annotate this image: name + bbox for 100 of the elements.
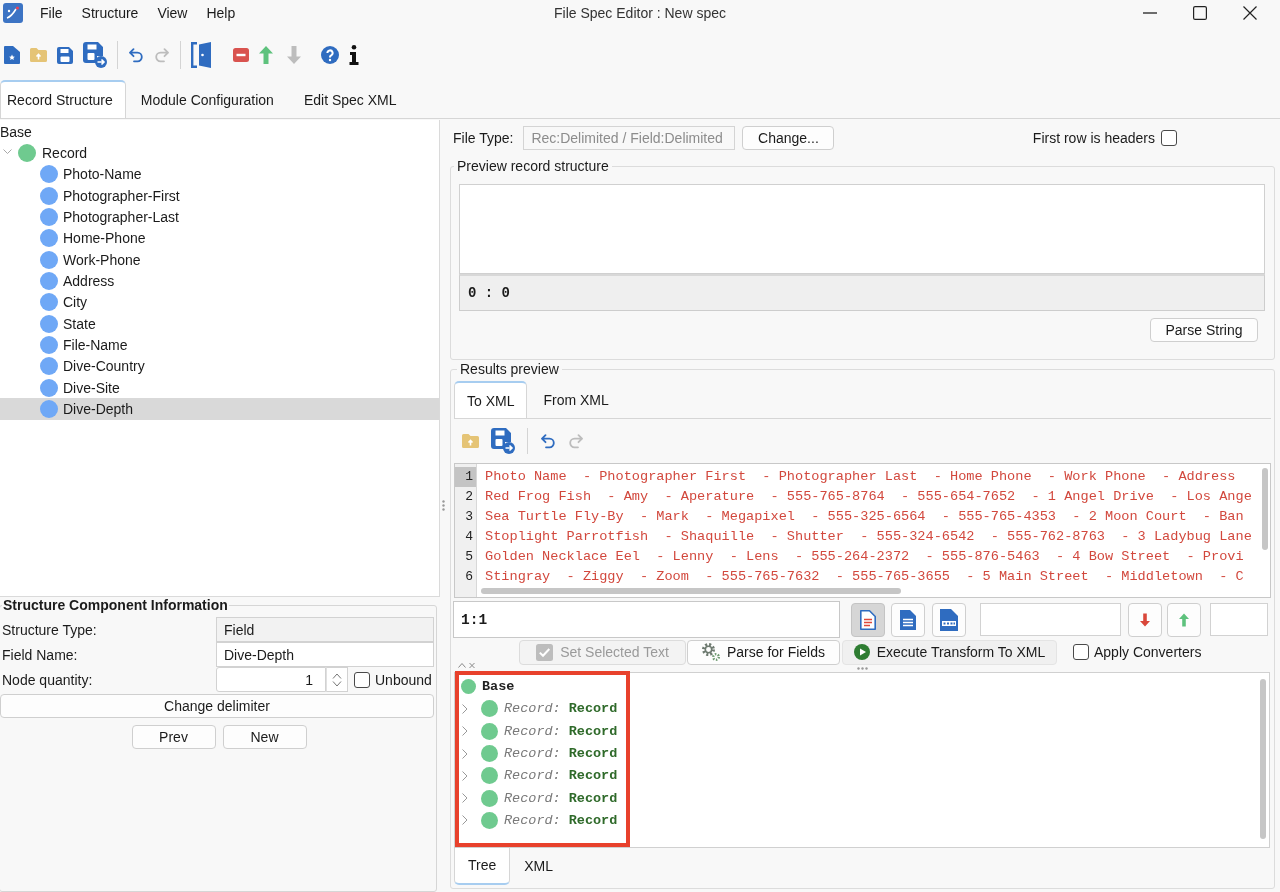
folder-icon[interactable] [30, 48, 47, 62]
input-field[interactable] [1210, 603, 1268, 636]
prev-button[interactable]: Prev [131, 725, 216, 749]
execute-transform-button[interactable]: Execute Transform To XML [842, 639, 1057, 665]
undo-icon[interactable] [128, 47, 144, 63]
undo-icon[interactable] [540, 433, 556, 449]
chevron-right-icon[interactable] [462, 793, 468, 804]
tree-item-label[interactable]: File-Name [63, 336, 128, 353]
field-label: Field Name: [2, 646, 79, 663]
save-as-icon[interactable] [83, 42, 107, 68]
parse-fields-button[interactable]: Parse for Fields [687, 639, 840, 665]
code-editor[interactable] [454, 463, 1271, 598]
previous-match-button[interactable] [1167, 602, 1201, 637]
line-number: 4 [464, 528, 474, 546]
selected-tree-row[interactable]: Dive-Depth [0, 398, 439, 420]
checkbox[interactable] [354, 671, 370, 688]
vertical-scrollbar[interactable] [1262, 468, 1268, 550]
spinner-arrows-icon [332, 672, 342, 687]
grip-icon[interactable] [442, 500, 445, 511]
spin-button[interactable] [326, 667, 348, 692]
tree-item-label[interactable]: Record [42, 145, 88, 161]
next-match-button[interactable] [1128, 602, 1162, 637]
tree-node-label[interactable]: Record [568, 768, 618, 784]
chevron-down-icon[interactable] [3, 149, 12, 155]
tree-item-label[interactable]: Photo-Name [63, 166, 142, 183]
tree-item-label[interactable]: City [63, 294, 88, 311]
document-lines-icon [860, 609, 876, 630]
tree-item-label[interactable]: Dive-Site [63, 379, 120, 396]
field-label: Node quantity: [2, 671, 94, 688]
save-as-icon[interactable] [491, 428, 515, 454]
minus-icon[interactable] [233, 48, 249, 62]
search-field[interactable] [980, 603, 1121, 636]
save-icon[interactable] [57, 46, 73, 64]
menu-item[interactable]: View [157, 3, 188, 22]
horizontal-scrollbar[interactable] [481, 588, 901, 594]
tab[interactable]: From XML [527, 381, 622, 418]
view-mode-button[interactable] [932, 602, 966, 637]
tree-node-label[interactable]: Record [568, 790, 618, 806]
tab[interactable]: Tree [454, 847, 511, 885]
tree-item-label[interactable]: Photographer-Last [63, 208, 179, 225]
menu-item[interactable]: File [40, 3, 63, 22]
line-number: 2 [464, 488, 474, 506]
tree-node-label[interactable]: Base [482, 679, 515, 695]
minimize-icon[interactable] [1143, 11, 1157, 14]
chevron-right-icon[interactable] [462, 703, 468, 714]
document-lines-icon [900, 609, 916, 630]
menu-item[interactable]: Help [206, 3, 236, 22]
tree-node-label[interactable]: Record [568, 746, 618, 762]
tree-node-label[interactable]: Record [568, 812, 618, 828]
close-icon[interactable] [1243, 5, 1257, 20]
tree-item-label[interactable]: Base [0, 123, 32, 140]
folder-icon[interactable] [462, 434, 479, 448]
tree-item-label[interactable]: Photographer-First [63, 187, 180, 204]
tab[interactable]: Record Structure [0, 80, 126, 118]
chevron-right-icon[interactable] [462, 748, 468, 759]
checkbox-icon [536, 643, 554, 661]
window-title: File Spec Editor : New spec [554, 4, 726, 21]
vertical-scrollbar[interactable] [1260, 678, 1266, 839]
new-button[interactable]: New [222, 725, 307, 749]
quantity-field[interactable]: 1 [216, 667, 326, 692]
up-chevron-icon[interactable] [458, 662, 466, 668]
tab[interactable]: XML [510, 847, 568, 885]
node-type-label: Record: [504, 768, 561, 784]
help-icon[interactable] [321, 46, 339, 64]
node-type-label: Record: [504, 812, 561, 828]
node-type-label: Record: [504, 723, 561, 739]
chevron-right-icon[interactable] [462, 726, 468, 737]
preview-text-area[interactable] [459, 184, 1265, 274]
structure-type-field: Field [216, 617, 434, 642]
chevron-right-icon[interactable] [462, 815, 468, 826]
checkbox-label: First row is headers [1032, 130, 1155, 146]
node-type-label: Record: [504, 701, 561, 717]
info-icon[interactable] [349, 45, 359, 65]
grip-icon[interactable] [857, 666, 868, 670]
tree-item-label[interactable]: State [63, 315, 96, 332]
group-title: Structure Component Information [2, 597, 229, 614]
checkbox[interactable] [1073, 644, 1089, 660]
change-delimiter-button[interactable]: Change delimiter [0, 694, 434, 718]
tree-item-label[interactable]: Address [63, 272, 115, 289]
tree-item-label[interactable]: Dive-Depth [63, 400, 134, 417]
field-name-field[interactable]: Dive-Depth [216, 642, 434, 667]
checkbox[interactable] [1161, 130, 1177, 146]
view-mode-button[interactable] [851, 602, 885, 637]
tab[interactable]: To XML [454, 381, 528, 418]
view-mode-button[interactable] [891, 602, 925, 637]
door-icon[interactable] [191, 42, 211, 68]
tab[interactable]: Module Configuration [125, 80, 289, 118]
maximize-icon[interactable] [1193, 5, 1207, 20]
tree-item-label[interactable]: Dive-Country [63, 358, 145, 375]
code-line: Stingray - Ziggy - Zoom - 555-765-7632 - 555-765-3655 - 5 Main Street - Middletown - C [485, 569, 1244, 584]
tree-node-label[interactable]: Record [568, 701, 618, 717]
new-file-icon[interactable] [4, 46, 20, 64]
parse-string-button[interactable]: Parse String [1150, 318, 1258, 342]
tab[interactable]: Edit Spec XML [288, 80, 412, 118]
tree-item-label[interactable]: Home-Phone [63, 230, 146, 247]
chevron-right-icon[interactable] [462, 770, 468, 781]
up-arrow-icon[interactable] [259, 46, 273, 64]
menu-item[interactable]: Structure [81, 3, 139, 22]
tree-node-label[interactable]: Record [568, 723, 618, 739]
tree-item-label[interactable]: Work-Phone [63, 251, 141, 268]
